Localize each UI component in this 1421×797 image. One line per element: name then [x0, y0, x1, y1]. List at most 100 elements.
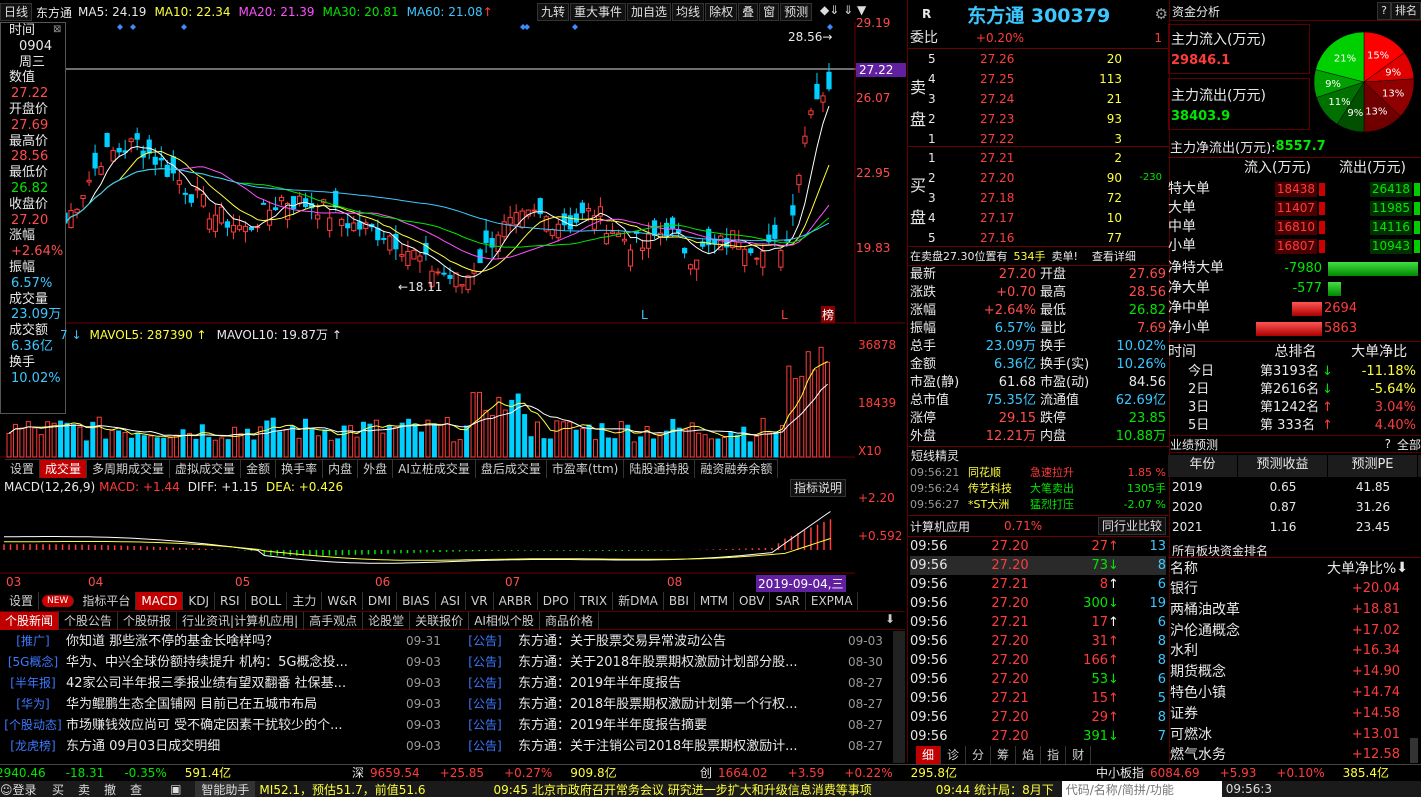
indicator-tab-11[interactable]: ASI	[436, 592, 467, 610]
news-item[interactable]: [公告] 东方通：2018年股票期权激励计划第一个行权... 08-27	[452, 694, 892, 715]
news-title[interactable]: 东方通：关于2018年股票期权激励计划部分股...	[518, 652, 848, 673]
indicator-tab-14[interactable]: DPO	[538, 592, 575, 610]
news-tab-0[interactable]: 个股新闻	[0, 611, 60, 630]
index-quote[interactable]: 2940.46 -18.31 -0.35% 591.4亿	[0, 765, 231, 782]
sell-level[interactable]: 3 27.24 21	[928, 89, 1166, 109]
fund-rank-button[interactable]: 排名	[1391, 2, 1421, 20]
toolbar-button-4[interactable]: 除权	[705, 3, 738, 21]
news-title[interactable]: 东方通：2019年半年度报告	[518, 673, 848, 694]
buy-level[interactable]: 4 27.17 10	[928, 208, 1166, 228]
news-tab-4[interactable]: 高手观点	[304, 611, 364, 630]
toolbar-arrows-icon[interactable]: ◆⇓ ⇓ ▼	[820, 3, 866, 17]
volume-tab-1[interactable]: 成交量	[40, 460, 88, 478]
indicator-tab-5[interactable]: RSI	[215, 592, 246, 610]
index-quote[interactable]: 深 9659.54 +25.85 +0.27% 909.8亿	[352, 765, 617, 782]
tick-tab-6[interactable]: 财	[1066, 746, 1092, 764]
sell-level[interactable]: 4 27.25 113	[928, 69, 1166, 89]
news-title[interactable]: 华为鲲鹏生态全国铺网 目前已在五城市布局	[66, 694, 406, 715]
sell-level[interactable]: 5 27.26 20	[928, 49, 1166, 69]
news-item[interactable]: [公告] 东方通：2019年半年度报告摘要 08-27	[452, 715, 892, 736]
news-tab-3[interactable]: 行业资讯|计算机应用|	[177, 611, 305, 630]
indicator-tab-16[interactable]: 新DMA	[613, 592, 664, 610]
news-tab-2[interactable]: 个股研报	[118, 611, 178, 630]
indicator-tab-20[interactable]: SAR	[770, 592, 806, 610]
indicator-tab-15[interactable]: TRIX	[575, 592, 614, 610]
sell-button[interactable]: 卖	[78, 781, 90, 797]
volume-tab-9[interactable]: 盘后成交量	[476, 460, 547, 478]
forecast-all-button[interactable]: 全部	[1397, 436, 1421, 453]
news-title[interactable]: 华为、中兴全球份额持续提升 机构：5G概念投...	[66, 652, 406, 673]
news-item[interactable]: [华为] 华为鲲鹏生态全国铺网 目前已在五城市布局 09-03	[0, 694, 450, 715]
toolbar-button-7[interactable]: 预测	[780, 3, 813, 21]
toolbar-button-5[interactable]: 叠	[738, 3, 759, 21]
news-title[interactable]: 东方通：2018年股票期权激励计划第一个行权...	[518, 694, 848, 715]
sector-scrollbar[interactable]	[1410, 738, 1418, 763]
toolbar-button-2[interactable]: 加自选	[627, 3, 672, 21]
sector-header-ratio[interactable]: 大单净比%	[1327, 558, 1396, 578]
volume-tab-3[interactable]: 虚拟成交量	[170, 460, 242, 478]
news-item[interactable]: [推广] 你知道 那些涨不停的基金长啥样吗？ 09-31	[0, 631, 450, 652]
indicator-tab-4[interactable]: KDJ	[183, 592, 215, 610]
volume-tab-12[interactable]: 融资融券余额	[695, 460, 779, 478]
buy-level[interactable]: 3 27.18 72	[928, 188, 1166, 208]
smart-assistant-button[interactable]: 智能助手	[195, 780, 256, 797]
news-item[interactable]: [公告] 东方通：关于2018年股票期权激励计划部分股... 08-30	[452, 652, 892, 673]
news-title[interactable]: 42家公司半年报三季报业绩有望双翻番 社保基...	[66, 673, 406, 694]
sector-row[interactable]: 期货概念 +14.90	[1170, 662, 1408, 683]
sector-row[interactable]: 特色小镇 +14.74	[1170, 683, 1408, 704]
sector-row[interactable]: 可燃冰 +13.01	[1170, 725, 1408, 746]
news-title[interactable]: 东方通：2019年半年度报告摘要	[518, 715, 848, 736]
close-panel-icon[interactable]: ⊠	[53, 24, 61, 35]
l-marker-2[interactable]: L	[781, 308, 788, 322]
volume-tab-2[interactable]: 多周期成交量	[87, 460, 171, 478]
indicator-tab-0[interactable]: 设置	[4, 592, 40, 610]
toolbar-button-6[interactable]: 窗	[759, 3, 780, 21]
sector-row[interactable]: 证券 +14.58	[1170, 704, 1408, 725]
indicator-tab-17[interactable]: BBI	[664, 592, 695, 610]
sector-row[interactable]: 两桶油改革 +18.81	[1170, 600, 1408, 621]
sell-alert[interactable]: 在卖盘27.30位置有 534手 卖单! 查看详细	[910, 247, 1136, 265]
fund-help-button[interactable]: ?	[1377, 2, 1391, 20]
news-title[interactable]: 东方通：关于注销公司2018年股票期权激励计...	[518, 736, 848, 757]
indicator-tab-1[interactable]: NEW	[42, 595, 75, 607]
news-title[interactable]: 东方通 09月03日成交明细	[66, 736, 406, 757]
buy-level[interactable]: 2 27.20 90 -230	[928, 168, 1166, 188]
news-item[interactable]: [公告] 东方通：关于注销公司2018年股票期权激励计... 08-27	[452, 736, 892, 757]
elf-row[interactable]: 09:56:21 同花顺 急速拉升 1.85 %	[910, 465, 1166, 481]
sector-row[interactable]: 银行 +20.04	[1170, 579, 1408, 600]
news-title[interactable]: 你知道 那些涨不停的基金长啥样吗？	[66, 631, 406, 652]
news-title[interactable]: 市场赚钱效应尚可 受不确定因素干扰较少的个...	[66, 715, 406, 736]
gear-icon[interactable]: ⚙	[1155, 5, 1168, 23]
sector-row[interactable]: 水利 +16.34	[1170, 641, 1408, 662]
volume-tab-0[interactable]: 设置	[5, 460, 41, 478]
volume-tab-6[interactable]: 内盘	[323, 460, 359, 478]
tick-tab-1[interactable]: 诊	[941, 746, 967, 764]
bang-marker[interactable]: 榜	[821, 306, 836, 323]
news-title[interactable]: 东方通：关于股票交易异常波动公告	[518, 631, 848, 652]
buy-level[interactable]: 1 27.21 2	[928, 148, 1166, 168]
buy-button[interactable]: 买	[52, 781, 64, 797]
indicator-tab-9[interactable]: DMI	[363, 592, 398, 610]
indicator-tab-7[interactable]: 主力	[287, 592, 323, 610]
industry-compare-button[interactable]: 同行业比较	[1097, 517, 1166, 535]
news-tab-5[interactable]: 论股堂	[363, 611, 411, 630]
tick-tab-2[interactable]: 分	[966, 746, 992, 764]
indicator-tab-12[interactable]: VR	[466, 592, 494, 610]
indicator-tab-3[interactable]: MACD	[136, 592, 184, 610]
volume-tab-7[interactable]: 外盘	[358, 460, 394, 478]
news-menu-icon[interactable]: ⬇	[885, 612, 895, 626]
tick-tab-5[interactable]: 指	[1041, 746, 1067, 764]
tick-tab-0[interactable]: 细	[916, 746, 942, 764]
news-ticker-2[interactable]: 09:44 统计局：8月下	[936, 781, 1054, 797]
news-item[interactable]: [5G概念] 华为、中兴全球份额持续提升 机构：5G概念投... 09-03	[0, 652, 450, 673]
indicator-tab-8[interactable]: W&R	[322, 592, 363, 610]
toolbar-button-3[interactable]: 均线	[672, 3, 705, 21]
index-quote[interactable]: 创 1664.02 +3.59 +0.22% 295.8亿	[700, 765, 957, 782]
volume-tab-11[interactable]: 陆股通持股	[624, 460, 696, 478]
sort-down-icon[interactable]: ⬇	[1396, 560, 1408, 576]
news-tab-8[interactable]: 商品价格	[540, 611, 599, 630]
indicator-tab-2[interactable]: 指标平台	[77, 592, 137, 610]
elf-row[interactable]: 09:56:27 *ST大洲 猛烈打压 -2.07 %	[910, 497, 1166, 513]
toolbar-button-1[interactable]: 重大事件	[570, 3, 627, 21]
news-item[interactable]: [个股动态] 市场赚钱效应尚可 受不确定因素干扰较少的个... 09-03	[0, 715, 450, 736]
